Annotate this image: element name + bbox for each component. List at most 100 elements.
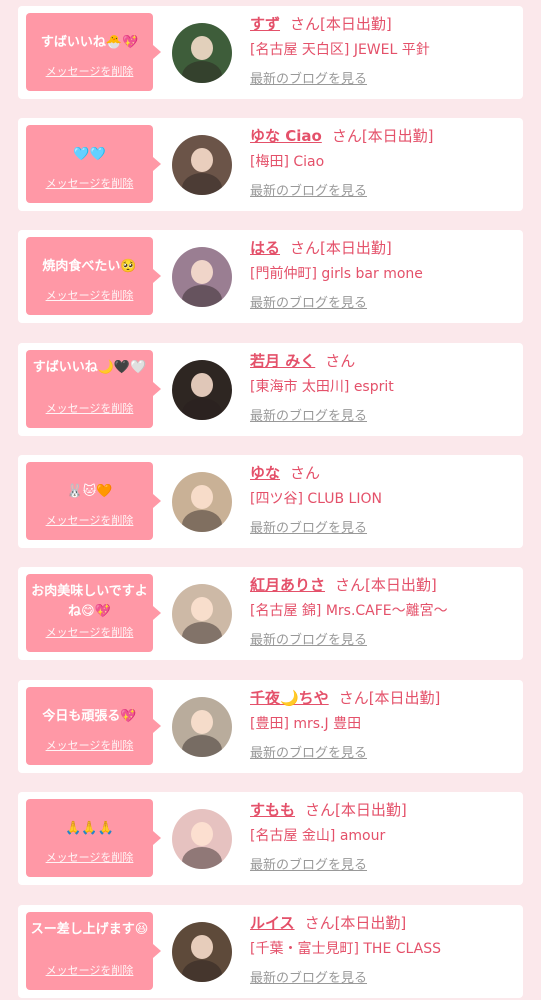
message-bubble: すばいいね🌙🖤🤍 メッセージを削除 — [26, 350, 161, 428]
avatar[interactable] — [172, 247, 232, 307]
avatar-face-shape — [191, 935, 213, 959]
message-bubble: お肉美味しいですよね😋💖 メッセージを削除 — [26, 574, 161, 652]
message-text: すばいいね🌙🖤🤍 — [32, 360, 147, 375]
message-bubble: 🩵🩵 メッセージを削除 — [26, 125, 161, 203]
cast-name-link[interactable]: すず — [250, 15, 280, 33]
delete-message-link[interactable]: メッセージを削除 — [26, 175, 153, 191]
cast-name-link[interactable]: はる — [250, 239, 280, 257]
cast-name-link[interactable]: すもも — [250, 801, 295, 819]
avatar-face-shape — [191, 597, 213, 621]
delete-message-link[interactable]: メッセージを削除 — [26, 624, 153, 640]
message-card: お肉美味しいですよね😋💖 メッセージを削除 紅月ありさ さん[本日出勤] [名古屋 錦]… — [18, 567, 523, 660]
honorific: さん — [338, 689, 369, 707]
avatar[interactable] — [172, 697, 232, 757]
avatar-face-shape — [191, 822, 213, 846]
cast-name-row: 若月 みく さん — [250, 351, 355, 371]
shop-info: [名古屋 天白区] JEWEL 平針 — [250, 42, 430, 58]
delete-message-link[interactable]: メッセージを削除 — [26, 287, 153, 303]
honorific: さん — [331, 127, 362, 145]
latest-blog-link[interactable]: 最新のブログを見る — [250, 632, 367, 650]
message-card: スー差し上げます😆 メッセージを削除 ルイス さん[本日出勤] [千葉・富士見町] TH… — [18, 905, 523, 998]
message-card: 🩵🩵 メッセージを削除 ゆな Ciao さん[本日出勤] [梅田] Ciao 最新のブログ… — [18, 118, 523, 211]
message-card: すばいいね🐣💖 メッセージを削除 すず さん[本日出勤] [名古屋 天白区] JEWEL… — [18, 6, 523, 99]
honorific: さん — [290, 239, 321, 257]
delete-message-link[interactable]: メッセージを削除 — [26, 849, 153, 865]
honorific: さん — [325, 352, 356, 370]
cast-name-link[interactable]: ルイス — [250, 914, 295, 932]
latest-blog-link[interactable]: 最新のブログを見る — [250, 520, 367, 538]
avatar-body-shape — [182, 398, 222, 420]
cast-name-row: 千夜🌙ちや さん[本日出勤] — [250, 688, 440, 708]
cast-name-row: すもも さん[本日出勤] — [250, 800, 407, 820]
honorific: さん — [335, 576, 366, 594]
message-text: 今日も頑張る💖 — [42, 709, 137, 724]
attendance-status: [本日出勤] — [320, 239, 392, 257]
attendance-status: [本日出勤] — [365, 576, 437, 594]
cast-name-row: はる さん[本日出勤] — [250, 238, 392, 258]
honorific: さん — [290, 464, 321, 482]
avatar-body-shape — [182, 735, 222, 757]
latest-blog-link[interactable]: 最新のブログを見る — [250, 857, 367, 875]
latest-blog-link[interactable]: 最新のブログを見る — [250, 183, 367, 201]
shop-info: [名古屋 金山] amour — [250, 828, 386, 844]
latest-blog-link[interactable]: 最新のブログを見る — [250, 408, 367, 426]
shop-info: [千葉・富士見町] THE CLASS — [250, 941, 441, 957]
message-bubble: 🙏🙏🙏 メッセージを削除 — [26, 799, 161, 877]
cast-name-link[interactable]: ゆな — [250, 464, 280, 482]
message-bubble: 焼肉食べたい🥺 メッセージを削除 — [26, 237, 161, 315]
attendance-status: [本日出勤] — [361, 127, 434, 145]
avatar[interactable] — [172, 360, 232, 420]
message-card: すばいいね🌙🖤🤍 メッセージを削除 若月 みく さん [東海市 太田川] esprit 最… — [18, 343, 523, 436]
avatar-body-shape — [182, 61, 222, 83]
delete-message-link[interactable]: メッセージを削除 — [26, 737, 153, 753]
avatar-body-shape — [182, 285, 222, 307]
avatar[interactable] — [172, 135, 232, 195]
cast-name-row: 紅月ありさ さん[本日出勤] — [250, 575, 437, 595]
attendance-status: [本日出勤] — [335, 801, 407, 819]
latest-blog-link[interactable]: 最新のブログを見る — [250, 745, 367, 763]
cast-name-link[interactable]: 千夜🌙ちや — [250, 689, 329, 707]
cast-name-link[interactable]: 紅月ありさ — [250, 576, 325, 594]
avatar-face-shape — [191, 148, 213, 172]
honorific: さん — [290, 15, 321, 33]
message-card: 🙏🙏🙏 メッセージを削除 すもも さん[本日出勤] [名古屋 金山] amour 最新のブ… — [18, 792, 523, 885]
cast-name-row: すず さん[本日出勤] — [250, 14, 392, 34]
message-bubble: 🐰🐱🧡 メッセージを削除 — [26, 462, 161, 540]
shop-info: [梅田] Ciao — [250, 154, 325, 170]
attendance-status: [本日出勤] — [368, 689, 441, 707]
attendance-status: [本日出勤] — [320, 15, 392, 33]
avatar-body-shape — [182, 960, 222, 982]
delete-message-link[interactable]: メッセージを削除 — [26, 400, 153, 416]
delete-message-link[interactable]: メッセージを削除 — [26, 63, 153, 79]
delete-message-link[interactable]: メッセージを削除 — [26, 962, 153, 978]
message-text: 焼肉食べたい🥺 — [42, 259, 137, 274]
avatar[interactable] — [172, 809, 232, 869]
message-bubble: 今日も頑張る💖 メッセージを削除 — [26, 687, 161, 765]
cast-name-link[interactable]: 若月 みく — [250, 352, 315, 370]
avatar-body-shape — [182, 173, 222, 195]
delete-message-link[interactable]: メッセージを削除 — [26, 512, 153, 528]
message-text: すばいいね🐣💖 — [40, 35, 139, 50]
avatar[interactable] — [172, 584, 232, 644]
avatar-body-shape — [182, 622, 222, 644]
message-card: 焼肉食べたい🥺 メッセージを削除 はる さん[本日出勤] [門前仲町] girls ba… — [18, 230, 523, 323]
latest-blog-link[interactable]: 最新のブログを見る — [250, 71, 367, 89]
cast-name-link[interactable]: ゆな Ciao — [250, 127, 322, 145]
avatar-face-shape — [191, 260, 213, 284]
message-text: スー差し上げます😆 — [30, 922, 149, 937]
honorific: さん — [304, 914, 335, 932]
latest-blog-link[interactable]: 最新のブログを見る — [250, 970, 367, 988]
cast-name-row: ルイス さん[本日出勤] — [250, 913, 406, 933]
avatar[interactable] — [172, 922, 232, 982]
avatar[interactable] — [172, 472, 232, 532]
message-text: 🩵🩵 — [73, 147, 106, 162]
message-card: 今日も頑張る💖 メッセージを削除 千夜🌙ちや さん[本日出勤] [豊田] mrs.J 豊… — [18, 680, 523, 773]
cast-name-row: ゆな Ciao さん[本日出勤] — [250, 126, 434, 146]
avatar-body-shape — [182, 847, 222, 869]
avatar-body-shape — [182, 510, 222, 532]
shop-info: [四ツ谷] CLUB LION — [250, 491, 382, 507]
message-card: 🐰🐱🧡 メッセージを削除 ゆな さん [四ツ谷] CLUB LION 最新のブログを見る — [18, 455, 523, 548]
shop-info: [名古屋 錦] Mrs.CAFE〜離宮〜 — [250, 603, 448, 619]
latest-blog-link[interactable]: 最新のブログを見る — [250, 295, 367, 313]
avatar[interactable] — [172, 23, 232, 83]
